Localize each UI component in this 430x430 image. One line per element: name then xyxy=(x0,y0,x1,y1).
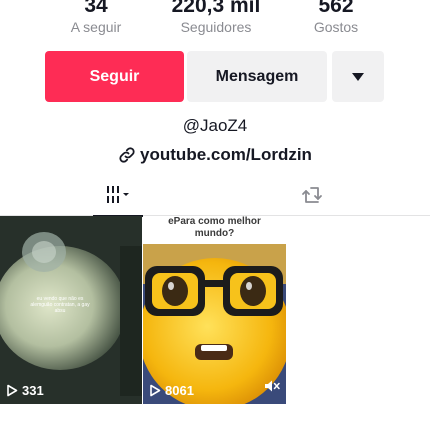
profile-tabs xyxy=(0,174,430,217)
video-1-views: 331 xyxy=(6,383,44,398)
profile-link[interactable]: youtube.com/Lordzin xyxy=(0,145,430,165)
profile-handle: @JaoZ4 xyxy=(182,116,248,135)
likes-label: Gostos xyxy=(313,19,359,35)
grid-bars-icon xyxy=(107,185,129,203)
tab-reposts[interactable] xyxy=(290,174,334,215)
profile-stats: 34 A seguir 220,3 mil Seguidores 562 Gos… xyxy=(0,0,430,42)
followers-label: Seguidores xyxy=(180,19,252,35)
likes-stat[interactable]: 562 Gostos xyxy=(300,0,372,36)
video-2-view-count: 8061 xyxy=(165,383,194,398)
repost-icon xyxy=(302,186,322,203)
play-icon xyxy=(7,384,18,397)
followers-stat[interactable]: 220,3 mil Seguidores xyxy=(160,0,272,36)
follow-button[interactable]: Seguir xyxy=(45,51,184,102)
video-2-caption: ePara como melhor mundo? xyxy=(168,216,261,239)
video-grid: eu vendo que não es alemguão contratan, … xyxy=(0,216,430,404)
message-button[interactable]: Mensagem xyxy=(187,51,327,102)
tab-videos[interactable] xyxy=(93,174,143,217)
video-thumbnail-2[interactable]: ePara como melhor mundo? 8061 xyxy=(143,216,286,404)
profile-link-text: youtube.com/Lordzin xyxy=(140,145,312,164)
caret-down-icon xyxy=(352,72,364,81)
video-2-views: 8061 xyxy=(149,383,194,398)
followers-count: 220,3 mil xyxy=(171,0,261,17)
video-1-view-count: 331 xyxy=(22,383,44,398)
play-icon xyxy=(150,384,161,397)
following-label: A seguir xyxy=(70,19,122,35)
link-icon xyxy=(119,147,135,163)
video-thumbnail-1[interactable]: eu vendo que não es alemguão contratan, … xyxy=(0,216,142,404)
likes-count: 562 xyxy=(318,0,354,17)
video-slot-empty xyxy=(287,216,430,404)
video-1-caption: eu vendo que não es alemguão contratan, … xyxy=(30,296,90,314)
video-2-mute-button[interactable] xyxy=(264,379,280,398)
more-options-button[interactable] xyxy=(332,51,384,102)
following-stat[interactable]: 34 A seguir xyxy=(58,0,134,36)
mute-icon xyxy=(265,380,280,392)
following-count: 34 xyxy=(84,0,108,17)
